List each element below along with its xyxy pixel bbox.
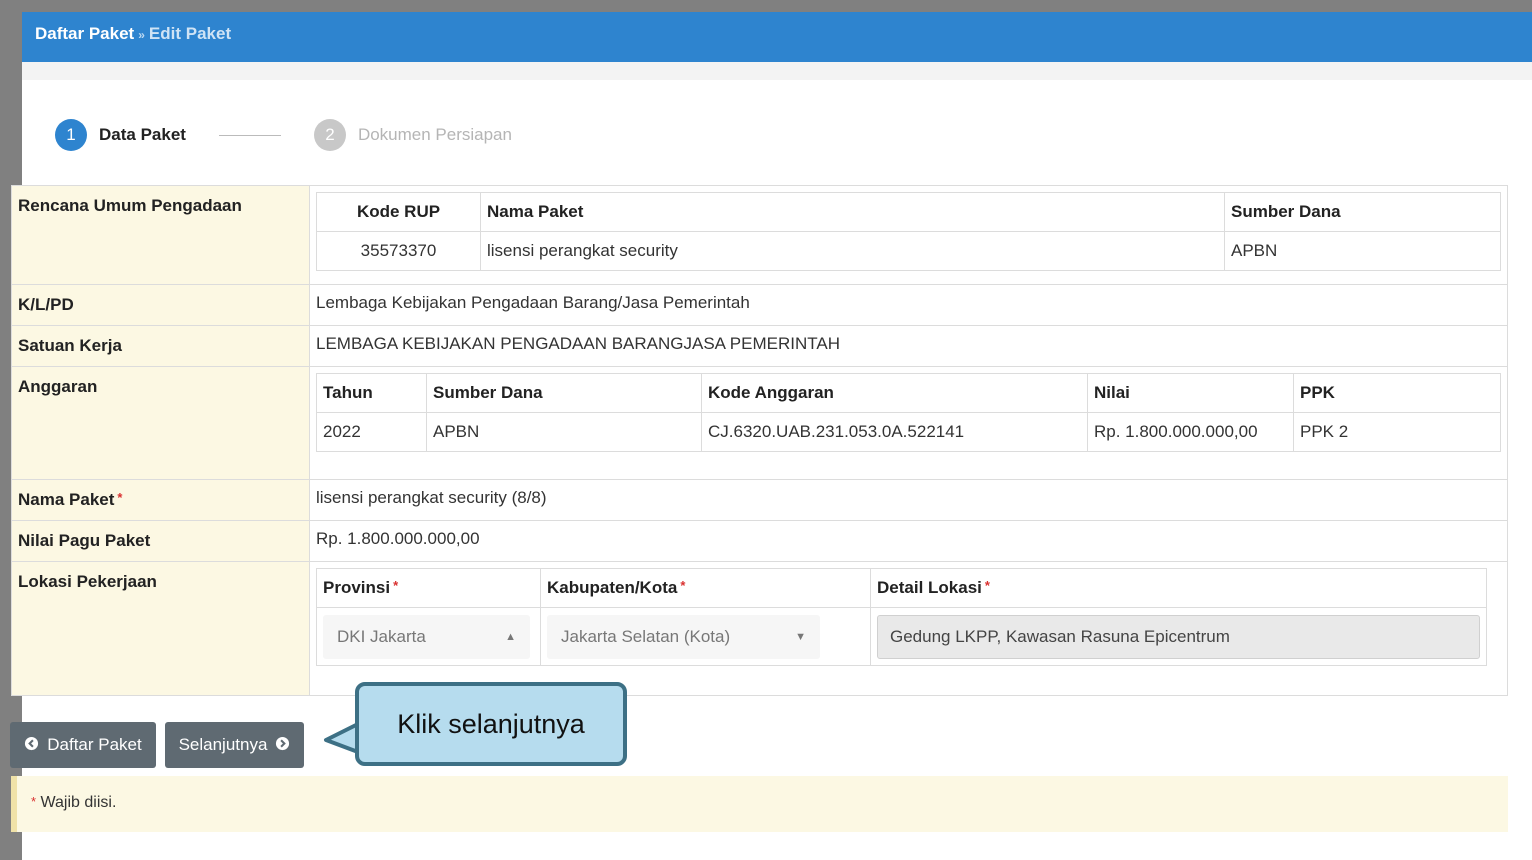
anggaran-sumber-value: APBN — [426, 412, 702, 452]
rup-sumber-value: APBN — [1224, 231, 1501, 271]
label-satuan-kerja: Satuan Kerja — [11, 325, 310, 367]
rup-kode-value: 35573370 — [316, 231, 481, 271]
breadcrumb-separator: » — [138, 28, 145, 42]
provinsi-select[interactable]: DKI Jakarta ▲ — [323, 614, 530, 659]
row-lokasi: Lokasi Pekerjaan Provinsi * Kabupaten/Kot… — [11, 561, 1508, 696]
row-anggaran: Anggaran Tahun Sumber Dana Kode Anggaran… — [11, 366, 1508, 480]
required-note-text: Wajib diisi. — [40, 794, 117, 811]
instruction-callout: Klik selanjutnya — [355, 682, 627, 766]
required-mark: * — [393, 578, 399, 593]
anggaran-ppk-value: PPK 2 — [1293, 412, 1501, 452]
breadcrumb: Daftar Paket » Edit Paket — [22, 12, 1532, 62]
lokasi-header-detail-text: Detail Lokasi — [877, 578, 982, 597]
arrow-right-circle-icon — [275, 736, 290, 755]
klpd-value: Lembaga Kebijakan Pengadaan Barang/Jasa … — [309, 284, 1508, 326]
label-nama-paket: Nama Paket * — [11, 479, 310, 521]
lokasi-header-kabupaten-text: Kabupaten/Kota — [547, 578, 678, 597]
row-klpd: K/L/PD Lembaga Kebijakan Pengadaan Baran… — [11, 284, 1508, 326]
label-rup: Rencana Umum Pengadaan — [11, 185, 310, 285]
required-mark: * — [984, 578, 990, 593]
row-nama-paket: Nama Paket * lisensi perangkat security (… — [11, 479, 1508, 521]
sub-header-strip — [22, 62, 1532, 80]
lokasi-header-kabupaten: Kabupaten/Kota * — [540, 568, 871, 608]
rup-header-sumber: Sumber Dana — [1224, 192, 1501, 232]
caret-down-icon: ▼ — [795, 630, 806, 643]
daftar-paket-button[interactable]: Daftar Paket — [10, 722, 156, 768]
label-klpd: K/L/PD — [11, 284, 310, 326]
breadcrumb-parent-link[interactable]: Daftar Paket — [35, 24, 134, 43]
anggaran-header-nilai: Nilai — [1087, 373, 1294, 413]
label-nilai-pagu: Nilai Pagu Paket — [11, 520, 310, 562]
label-anggaran: Anggaran — [11, 366, 310, 480]
kabupaten-select-value: Jakarta Selatan (Kota) — [561, 626, 731, 646]
required-mark: * — [31, 794, 37, 809]
anggaran-nilai-value: Rp. 1.800.000.000,00 — [1087, 412, 1294, 452]
rup-table: Kode RUP Nama Paket Sumber Dana 35573370… — [316, 192, 1501, 271]
step-1-number[interactable]: 1 — [55, 119, 87, 151]
label-lokasi: Lokasi Pekerjaan — [11, 561, 310, 696]
row-satuan-kerja: Satuan Kerja LEMBAGA KEBIJAKAN PENGADAAN… — [11, 325, 1508, 367]
step-2-label[interactable]: Dokumen Persiapan — [358, 125, 512, 145]
row-rup: Rencana Umum Pengadaan Kode RUP Nama Pak… — [11, 185, 1508, 285]
step-1-label[interactable]: Data Paket — [99, 125, 186, 145]
package-form: Rencana Umum Pengadaan Kode RUP Nama Pak… — [11, 185, 1508, 696]
step-connector — [218, 134, 281, 136]
lokasi-header-detail: Detail Lokasi * — [870, 568, 1487, 608]
caret-up-icon: ▲ — [505, 630, 516, 643]
required-note: * Wajib diisi. — [11, 776, 1508, 832]
lokasi-header-provinsi: Provinsi * — [316, 568, 541, 608]
lokasi-table: Provinsi * Kabupaten/Kota * Detail Lokasi *… — [316, 568, 1487, 666]
label-nama-paket-text: Nama Paket — [18, 490, 115, 509]
nama-paket-value: lisensi perangkat security (8/8) — [309, 479, 1508, 521]
required-mark: * — [117, 490, 123, 505]
provinsi-select-value: DKI Jakarta — [337, 626, 426, 646]
lokasi-header-provinsi-text: Provinsi — [323, 578, 391, 597]
anggaran-header-kode: Kode Anggaran — [701, 373, 1088, 413]
wizard-steps: 1 Data Paket 2 Dokumen Persiapan — [55, 118, 512, 152]
required-mark: * — [680, 578, 686, 593]
selanjutnya-button[interactable]: Selanjutnya — [165, 722, 304, 768]
step-2-number[interactable]: 2 — [313, 119, 346, 151]
rup-nama-value: lisensi perangkat security — [480, 231, 1225, 271]
row-nilai-pagu: Nilai Pagu Paket Rp. 1.800.000.000,00 — [11, 520, 1508, 562]
breadcrumb-current: Edit Paket — [148, 24, 232, 43]
anggaran-header-sumber: Sumber Dana — [426, 373, 702, 413]
detail-lokasi-input[interactable]: Gedung LKPP, Kawasan Rasuna Epicentrum — [877, 614, 1480, 659]
anggaran-header-ppk: PPK — [1293, 373, 1501, 413]
anggaran-table: Tahun Sumber Dana Kode Anggaran Nilai PP… — [316, 373, 1501, 452]
rup-header-kode: Kode RUP — [316, 192, 481, 232]
selanjutnya-button-label: Selanjutnya — [178, 735, 268, 754]
anggaran-header-tahun: Tahun — [316, 373, 427, 413]
anggaran-kode-value: CJ.6320.UAB.231.053.0A.522141 — [701, 412, 1088, 452]
anggaran-tahun-value: 2022 — [316, 412, 427, 452]
nilai-pagu-value: Rp. 1.800.000.000,00 — [309, 520, 1508, 562]
daftar-paket-button-label: Daftar Paket — [47, 735, 142, 754]
kabupaten-select[interactable]: Jakarta Selatan (Kota) ▼ — [547, 614, 820, 659]
arrow-left-circle-icon — [24, 736, 39, 755]
rup-header-nama: Nama Paket — [480, 192, 1225, 232]
satuan-kerja-value: LEMBAGA KEBIJAKAN PENGADAAN BARANGJASA P… — [309, 325, 1508, 367]
